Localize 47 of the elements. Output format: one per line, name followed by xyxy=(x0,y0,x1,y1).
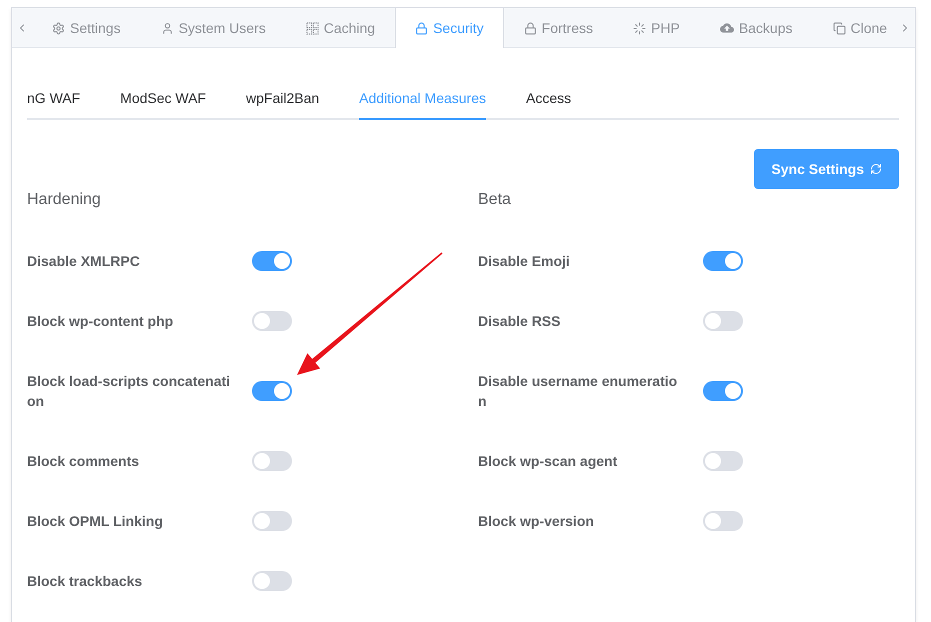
setting-label: Disable XMLRPC xyxy=(27,252,141,271)
tab[interactable]: Fortress xyxy=(504,8,614,48)
refresh-icon xyxy=(870,163,882,175)
sub-tab[interactable]: wpFail2Ban xyxy=(246,78,320,120)
user-icon xyxy=(160,22,174,34)
section-title: Beta xyxy=(478,190,512,210)
tab[interactable]: PHP xyxy=(613,8,700,48)
cloud-upload-icon xyxy=(720,23,734,33)
toggle-switch[interactable] xyxy=(252,381,292,401)
toggle-switch[interactable] xyxy=(703,311,743,331)
setting-label: Block wp-scan agent xyxy=(478,452,618,471)
lock-icon xyxy=(524,22,537,34)
setting-label: Block wp-version xyxy=(478,512,595,531)
sync-settings-button[interactable]: Sync Settings xyxy=(754,149,899,189)
toggle-switch[interactable] xyxy=(252,571,292,591)
section-title: Hardening xyxy=(27,190,102,210)
lock-icon xyxy=(415,22,428,34)
sub-tab[interactable]: nG WAF xyxy=(27,78,80,120)
tab[interactable]: Clone xyxy=(812,8,895,48)
spinner-icon xyxy=(633,22,646,34)
setting-label: Block trackbacks xyxy=(27,572,144,591)
gear-icon xyxy=(52,22,65,34)
toggle-switch[interactable] xyxy=(252,451,292,471)
toggle-switch[interactable] xyxy=(252,311,292,331)
setting-label: Block OPML Linking xyxy=(27,512,164,531)
toggle-switch[interactable] xyxy=(703,511,743,531)
sub-tab[interactable]: Additional Measures xyxy=(359,78,486,120)
setting-label: Block load-scripts concatenation xyxy=(27,372,232,411)
sub-tab[interactable]: ModSec WAF xyxy=(120,78,206,120)
toggle-switch[interactable] xyxy=(703,381,743,401)
toggle-switch[interactable] xyxy=(252,511,292,531)
setting-label: Disable RSS xyxy=(478,312,562,331)
tab[interactable]: Backups xyxy=(700,8,813,48)
toggle-switch[interactable] xyxy=(703,451,743,471)
grid-icon xyxy=(306,22,319,34)
toggle-switch[interactable] xyxy=(252,251,292,271)
sub-tab[interactable]: Access xyxy=(526,78,572,120)
setting-label: Block comments xyxy=(27,452,140,471)
tab[interactable]: Security xyxy=(395,8,504,48)
tab[interactable]: Caching xyxy=(286,8,396,48)
tab[interactable]: Settings xyxy=(32,8,141,48)
setting-label: Disable Emoji xyxy=(478,252,571,271)
toggle-switch[interactable] xyxy=(703,251,743,271)
setting-label: Disable username enumeration xyxy=(478,372,678,411)
tab[interactable]: System Users xyxy=(140,8,286,48)
setting-label: Block wp-content php xyxy=(27,312,174,331)
copy-icon xyxy=(832,22,846,34)
